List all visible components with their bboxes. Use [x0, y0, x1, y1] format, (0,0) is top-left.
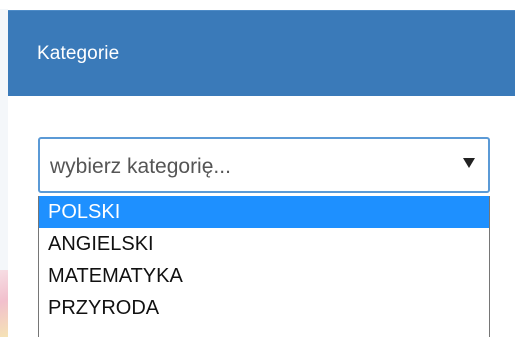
category-option-angielski[interactable]: ANGIELSKI — [39, 228, 489, 260]
top-strip — [0, 0, 515, 9]
category-option-matematyka[interactable]: MATEMATYKA — [39, 260, 489, 292]
panel-title: Kategorie — [37, 43, 120, 64]
category-select[interactable]: wybierz kategorię... — [38, 137, 490, 193]
category-option-przyroda[interactable]: PRZYRODA — [39, 292, 489, 324]
caret-down-icon[interactable] — [463, 158, 475, 168]
panel-header: Kategorie — [8, 10, 515, 97]
category-option-polski[interactable]: POLSKI — [39, 196, 489, 228]
category-dropdown-list: POLSKI ANGIELSKI MATEMATYKA PRZYRODA — [38, 196, 490, 337]
category-select-value: wybierz kategorię... — [50, 155, 231, 178]
